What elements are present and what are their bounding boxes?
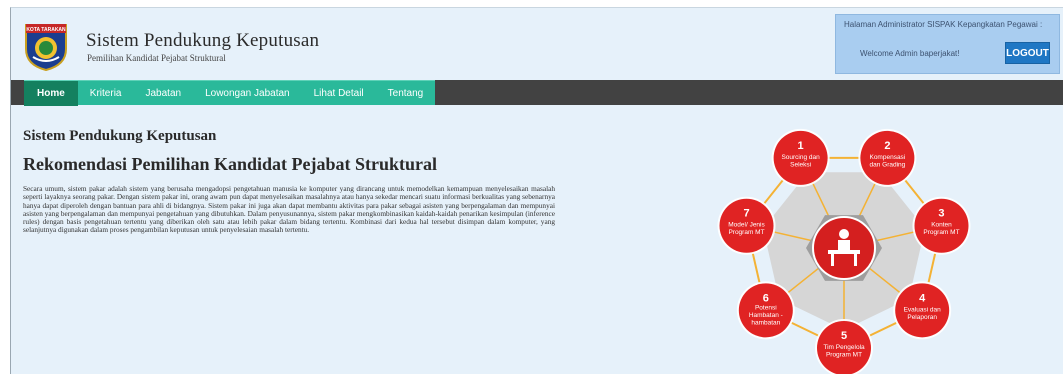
node-label-6: hambatan	[751, 319, 780, 326]
node-number-3: 3	[938, 208, 944, 220]
diagram-svg: 1 Sourcing danSeleksi 2 Kompensasidan Gradi…	[717, 128, 971, 374]
person-body-icon	[838, 240, 850, 250]
node-label-5: Program MT	[826, 352, 862, 359]
city-emblem-logo: KOTA TARAKAN	[23, 21, 69, 72]
desk-leg-icon	[854, 254, 857, 266]
node-number-6: 6	[763, 292, 769, 304]
person-head-icon	[839, 229, 849, 239]
node-label-1: Seleksi	[790, 161, 811, 168]
desk-leg-icon	[831, 254, 834, 266]
node-label-7: Program MT	[728, 229, 764, 236]
page-heading: Rekomendasi Pemilihan Kandidat Pejabat S…	[23, 154, 438, 174]
node-label-3: Program MT	[923, 229, 959, 236]
node-number-4: 4	[919, 292, 926, 304]
main-nav: Home Kriteria Jabatan Lowongan Jabatan L…	[11, 80, 1063, 106]
node-label-2: dan Grading	[869, 161, 905, 168]
node-label-1: Sourcing dan	[781, 154, 820, 161]
logout-button[interactable]: LOGOUT	[1005, 42, 1050, 64]
node-label-2: Kompensasi	[869, 154, 905, 161]
nav-menu: Home Kriteria Jabatan Lowongan Jabatan L…	[24, 80, 436, 106]
site-title: Sistem Pendukung Keputusan	[86, 30, 320, 51]
desk-top-icon	[828, 250, 860, 254]
site-header: KOTA TARAKAN Sistem Pendukung Keputusan …	[11, 8, 1063, 79]
nav-item-home[interactable]: Home	[24, 81, 78, 106]
intro-paragraph: Secara umum, sistem pakar adalah sistem …	[23, 184, 555, 235]
node-number-2: 2	[884, 140, 890, 152]
site-subtitle: Pemilihan Kandidat Pejabat Struktural	[87, 53, 226, 63]
admin-panel: Halaman Administrator SISPAK Kepangkatan…	[835, 14, 1060, 74]
node-label-6: Hambatan -	[749, 312, 783, 319]
nav-item-kriteria[interactable]: Kriteria	[78, 81, 134, 106]
page-frame: KOTA TARAKAN Sistem Pendukung Keputusan …	[10, 7, 1063, 374]
node-label-4: Evaluasi dan	[904, 306, 942, 313]
nav-item-tentang[interactable]: Tentang	[376, 81, 436, 106]
node-label-4: Pelaporan	[907, 314, 937, 321]
node-label-3: Konten	[931, 222, 952, 229]
node-label-7: Model/ Jenis	[728, 222, 765, 229]
welcome-text: Welcome Admin baperjakat!	[860, 49, 960, 58]
node-number-7: 7	[743, 208, 749, 220]
nav-item-jabatan[interactable]: Jabatan	[133, 81, 193, 106]
nav-item-lowongan-jabatan[interactable]: Lowongan Jabatan	[193, 81, 302, 106]
node-number-5: 5	[841, 330, 847, 342]
page-title: Sistem Pendukung Keputusan	[23, 128, 217, 144]
node-number-1: 1	[798, 140, 804, 152]
admin-heading: Halaman Administrator SISPAK Kepangkatan…	[844, 20, 1043, 29]
nav-item-lihat-detail[interactable]: Lihat Detail	[302, 81, 376, 106]
node-label-5: Tim Pengelola	[823, 344, 865, 351]
node-label-6: Potensi	[755, 304, 777, 311]
logo-text: KOTA TARAKAN	[26, 27, 66, 33]
mt-program-diagram: 1 Sourcing dan Seleksi 2 Kompensasi dan Gradi…	[704, 120, 984, 374]
